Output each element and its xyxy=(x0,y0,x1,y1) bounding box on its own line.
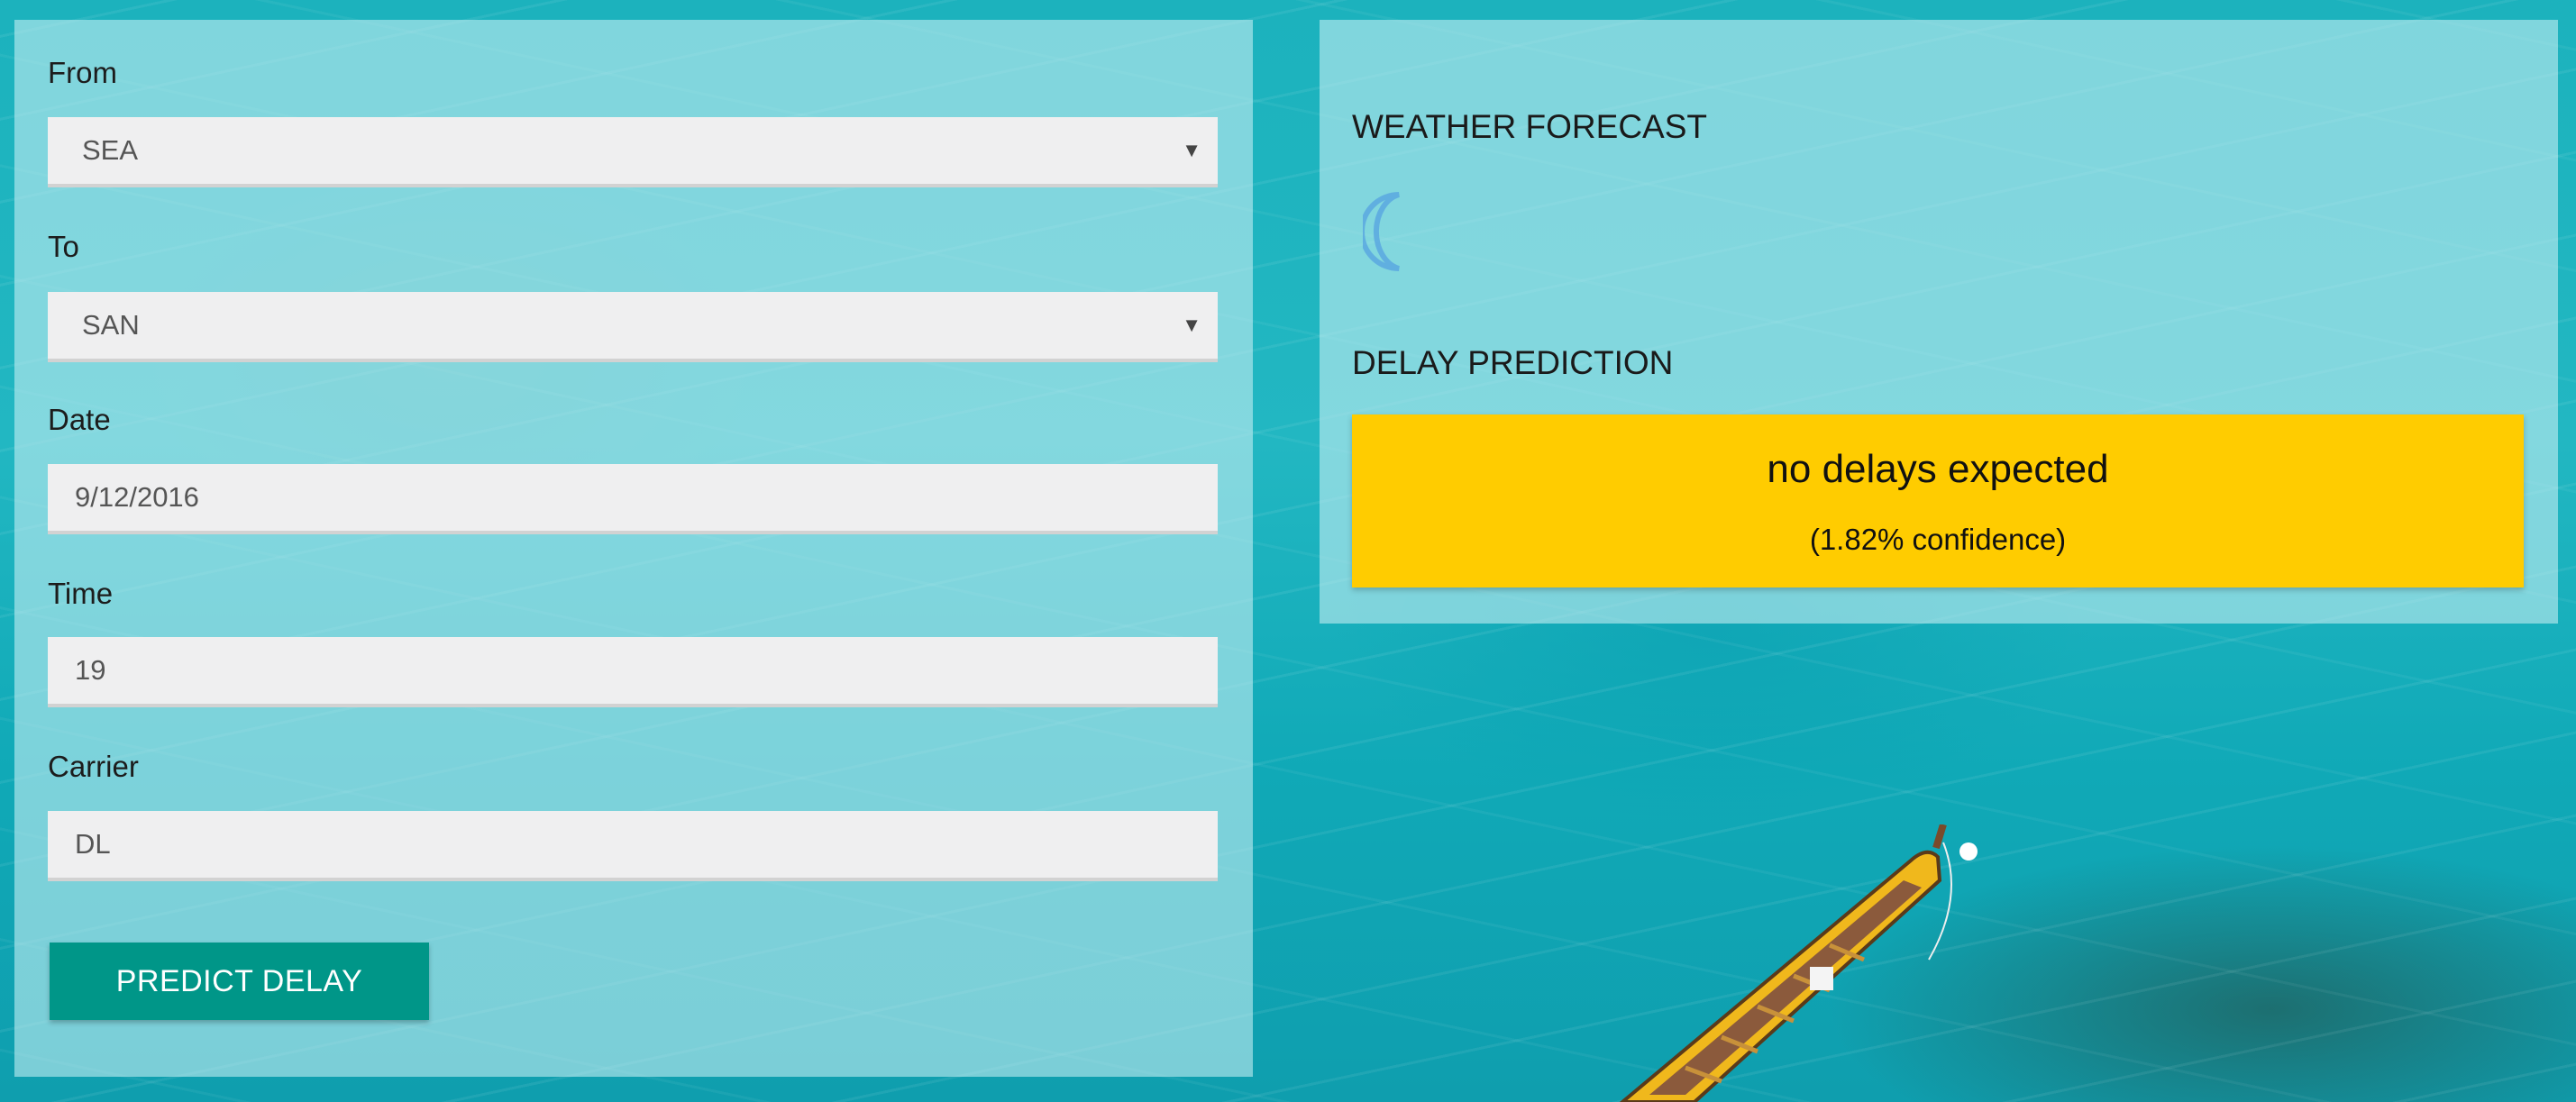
time-label: Time xyxy=(48,577,114,610)
prediction-result-text: no delays expected xyxy=(1767,447,2109,491)
weather-forecast-title: WEATHER FORECAST xyxy=(1352,108,1707,145)
from-label: From xyxy=(48,56,117,89)
carrier-input[interactable]: DL xyxy=(48,811,1218,881)
date-input-value: 9/12/2016 xyxy=(75,481,199,513)
date-input[interactable]: 9/12/2016 xyxy=(48,464,1218,534)
delay-prediction-title: DELAY PREDICTION xyxy=(1352,344,1674,381)
to-select-value: SAN xyxy=(82,309,140,341)
chevron-down-icon: ▼ xyxy=(1182,314,1201,336)
time-input[interactable]: 19 xyxy=(48,637,1218,707)
crescent-moon-icon xyxy=(1363,192,1400,271)
date-label: Date xyxy=(48,403,111,436)
boat-image xyxy=(1619,824,1978,1102)
prediction-confidence-text: (1.82% confidence) xyxy=(1809,523,2067,556)
predict-delay-button[interactable]: PREDICT DELAY xyxy=(50,943,429,1020)
carrier-label: Carrier xyxy=(48,750,139,783)
carrier-input-value: DL xyxy=(75,828,111,860)
results-panel: WEATHER FORECAST DELAY PREDICTION no del… xyxy=(1320,20,2558,624)
to-label: To xyxy=(48,230,79,263)
from-select-value: SEA xyxy=(82,134,139,166)
time-input-value: 19 xyxy=(75,654,106,686)
to-select[interactable]: SAN ▼ xyxy=(48,292,1218,362)
prediction-result-card: no delays expected (1.82% confidence) xyxy=(1352,414,2524,587)
from-select[interactable]: SEA ▼ xyxy=(48,117,1218,187)
chevron-down-icon: ▼ xyxy=(1182,139,1201,161)
flight-form-panel: From SEA ▼ To SAN ▼ Date 9/12/2016 Time … xyxy=(14,20,1253,1077)
